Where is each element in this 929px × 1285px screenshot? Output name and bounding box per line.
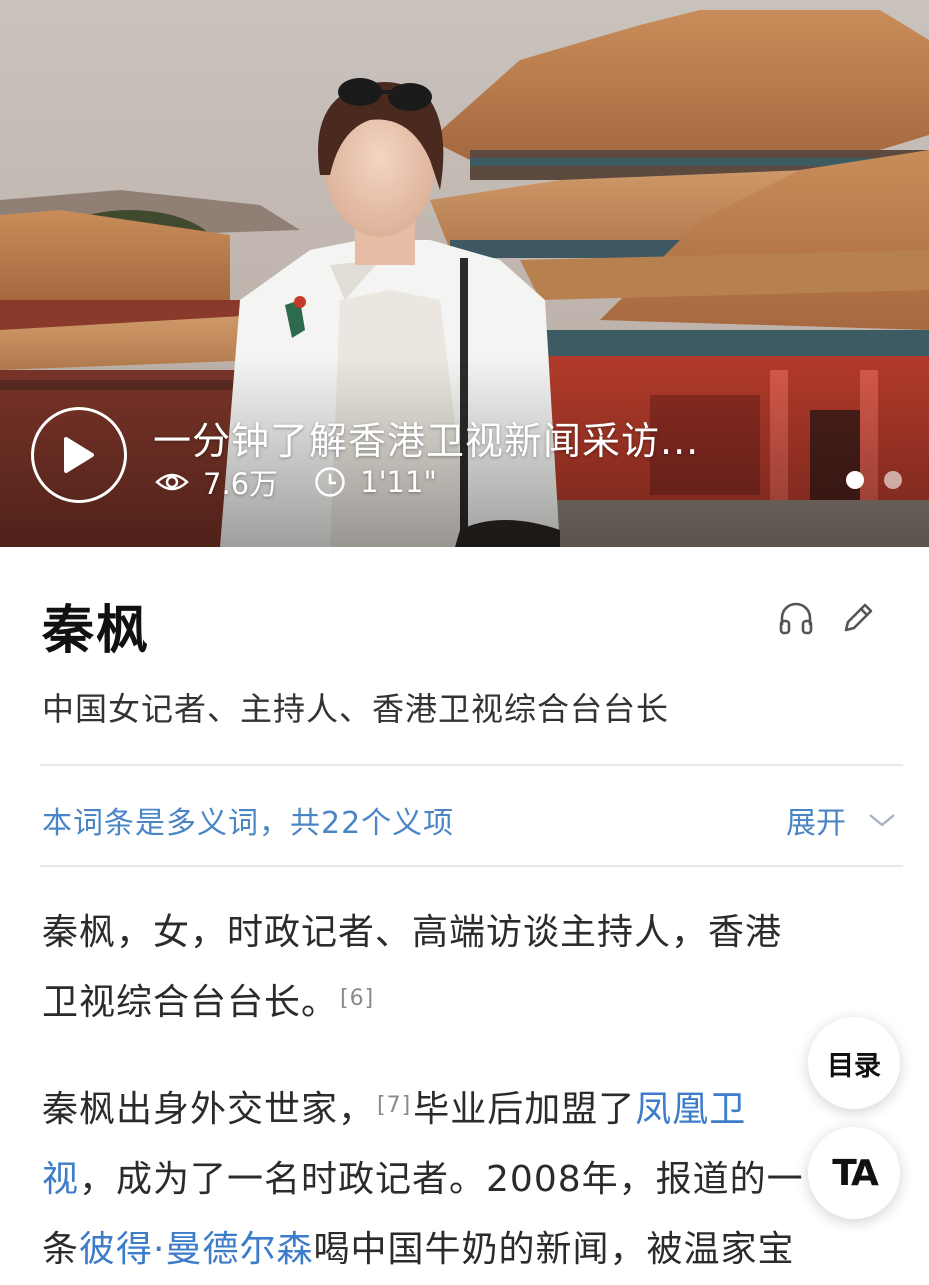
pencil-icon bbox=[844, 603, 873, 632]
play-icon bbox=[64, 437, 94, 473]
headphones-icon bbox=[779, 602, 813, 635]
view-count: 7.6万 bbox=[155, 461, 278, 503]
toc-button[interactable]: 目录 bbox=[808, 1017, 900, 1109]
body-text: 秦枫出身外交世家， bbox=[42, 1089, 376, 1130]
divider bbox=[40, 764, 903, 766]
duration-text: 1'11" bbox=[360, 465, 437, 499]
body-text: 毕业后加盟了 bbox=[413, 1089, 636, 1130]
link-peter-mandelson[interactable]: 彼得·曼德尔森 bbox=[79, 1229, 313, 1270]
view-count-text: 7.6万 bbox=[203, 467, 279, 501]
expand-button[interactable]: 展开 bbox=[786, 798, 896, 842]
body-text: ，成为了一名时政记者。2008年，报道的一 bbox=[79, 1159, 804, 1200]
summary-text-line1: 秦枫，女，时政记者、高端访谈主持人，香港 bbox=[42, 912, 783, 953]
summary-text-line2: 卫视综合台台长。 bbox=[42, 982, 339, 1023]
listen-button[interactable] bbox=[776, 598, 816, 638]
body-paragraph: 秦枫出身外交世家，[7]毕业后加盟了凤凰卫 视，成为了一名时政记者。2008年，… bbox=[42, 1075, 832, 1285]
link-phoenix-tv[interactable]: 凤凰卫 bbox=[635, 1089, 746, 1130]
ta-button[interactable]: TA bbox=[808, 1127, 900, 1219]
duration: 1'11" bbox=[314, 465, 437, 499]
clock-icon bbox=[315, 467, 345, 497]
edit-button[interactable] bbox=[838, 598, 878, 638]
divider bbox=[40, 865, 903, 867]
citation-ref[interactable]: [6] bbox=[340, 986, 374, 1011]
link-phoenix-tv[interactable]: 视 bbox=[42, 1159, 79, 1200]
chevron-down-icon bbox=[869, 814, 895, 827]
body-text: 条 bbox=[42, 1229, 80, 1270]
polysemy-notice[interactable]: 本词条是多义词，共22个义项 bbox=[42, 798, 454, 842]
video-title[interactable]: 一分钟了解香港卫视新闻采访... bbox=[153, 410, 699, 465]
carousel-dot-active[interactable] bbox=[846, 471, 864, 489]
citation-ref[interactable]: [7] bbox=[377, 1093, 411, 1118]
expand-label: 展开 bbox=[786, 806, 846, 841]
carousel-indicator bbox=[846, 471, 902, 489]
summary-paragraph: 秦枫，女，时政记者、高端访谈主持人，香港 卫视综合台台长。[6] bbox=[42, 898, 782, 1038]
eye-icon bbox=[155, 473, 189, 491]
video-hero[interactable]: 一分钟了解香港卫视新闻采访... 7.6万 1'11" bbox=[0, 0, 929, 547]
carousel-dot[interactable] bbox=[884, 471, 902, 489]
body-text: 喝中国牛奶的新闻，被温家宝 bbox=[313, 1229, 795, 1270]
page-title: 秦枫 bbox=[42, 601, 151, 661]
entry-subtitle: 中国女记者、主持人、香港卫视综合台台长 bbox=[42, 690, 670, 728]
play-button[interactable] bbox=[31, 407, 127, 503]
video-meta: 7.6万 1'11" bbox=[155, 462, 437, 502]
